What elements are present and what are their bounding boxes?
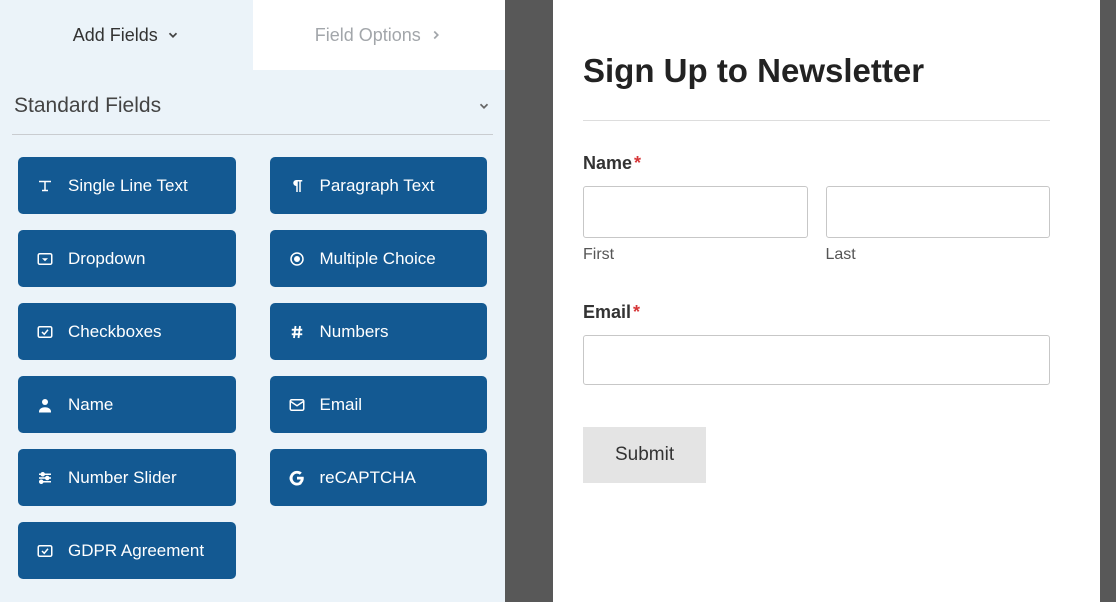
field-label: Multiple Choice	[320, 249, 436, 269]
field-number-slider[interactable]: Number Slider	[18, 449, 236, 506]
field-gdpr-agreement[interactable]: GDPR Agreement	[18, 522, 236, 579]
field-label: Email	[320, 395, 363, 415]
name-label-text: Name	[583, 153, 632, 173]
section-header[interactable]: Standard Fields	[12, 88, 493, 135]
canvas-gutter	[505, 0, 553, 602]
email-label-text: Email	[583, 302, 631, 322]
tab-field-options[interactable]: Field Options	[253, 0, 506, 70]
form-canvas: Sign Up to Newsletter Name* First Last E…	[553, 0, 1100, 602]
field-dropdown[interactable]: Dropdown	[18, 230, 236, 287]
section-title: Standard Fields	[14, 94, 161, 118]
tab-add-label: Add Fields	[73, 25, 158, 46]
field-numbers[interactable]: Numbers	[270, 303, 488, 360]
name-row: First Last	[583, 186, 1050, 264]
field-label: Name	[68, 395, 113, 415]
name-field-label: Name*	[583, 153, 1050, 174]
field-name[interactable]: Name	[18, 376, 236, 433]
standard-fields-section: Standard Fields Single Line Text Paragra…	[0, 70, 505, 579]
first-name-col: First	[583, 186, 808, 264]
checkbox-icon	[36, 542, 54, 560]
last-name-sublabel: Last	[826, 246, 1051, 264]
last-name-col: Last	[826, 186, 1051, 264]
email-field-label: Email*	[583, 302, 1050, 323]
checkbox-icon	[36, 323, 54, 341]
field-email[interactable]: Email	[270, 376, 488, 433]
field-label: Checkboxes	[68, 322, 162, 342]
field-single-line-text[interactable]: Single Line Text	[18, 157, 236, 214]
field-label: GDPR Agreement	[68, 541, 204, 561]
field-paragraph-text[interactable]: Paragraph Text	[270, 157, 488, 214]
fields-grid: Single Line Text Paragraph Text Dropdown…	[12, 157, 493, 579]
google-icon	[288, 469, 306, 487]
user-icon	[36, 396, 54, 414]
field-label: Single Line Text	[68, 176, 188, 196]
last-name-input[interactable]	[826, 186, 1051, 238]
tab-add-fields[interactable]: Add Fields	[0, 0, 253, 70]
form-preview-area: Sign Up to Newsletter Name* First Last E…	[553, 0, 1116, 602]
paragraph-icon	[288, 177, 306, 195]
fields-panel: Add Fields Field Options Standard Fields…	[0, 0, 505, 602]
form-title: Sign Up to Newsletter	[583, 52, 1050, 90]
field-label: Number Slider	[68, 468, 177, 488]
field-recaptcha[interactable]: reCAPTCHA	[270, 449, 488, 506]
field-checkboxes[interactable]: Checkboxes	[18, 303, 236, 360]
required-asterisk: *	[634, 153, 641, 173]
submit-button[interactable]: Submit	[583, 427, 706, 483]
field-label: Numbers	[320, 322, 389, 342]
envelope-icon	[288, 396, 306, 414]
dropdown-icon	[36, 250, 54, 268]
text-icon	[36, 177, 54, 195]
required-asterisk: *	[633, 302, 640, 322]
tab-options-label: Field Options	[315, 25, 421, 46]
field-multiple-choice[interactable]: Multiple Choice	[270, 230, 488, 287]
first-name-input[interactable]	[583, 186, 808, 238]
chevron-right-icon	[429, 28, 443, 42]
field-label: reCAPTCHA	[320, 468, 416, 488]
chevron-down-icon	[166, 28, 180, 42]
hash-icon	[288, 323, 306, 341]
field-label: Dropdown	[68, 249, 146, 269]
chevron-down-icon	[477, 99, 491, 113]
radio-icon	[288, 250, 306, 268]
field-label: Paragraph Text	[320, 176, 435, 196]
form-divider	[583, 120, 1050, 121]
email-input[interactable]	[583, 335, 1050, 385]
sliders-icon	[36, 469, 54, 487]
first-name-sublabel: First	[583, 246, 808, 264]
panel-tabs: Add Fields Field Options	[0, 0, 505, 70]
